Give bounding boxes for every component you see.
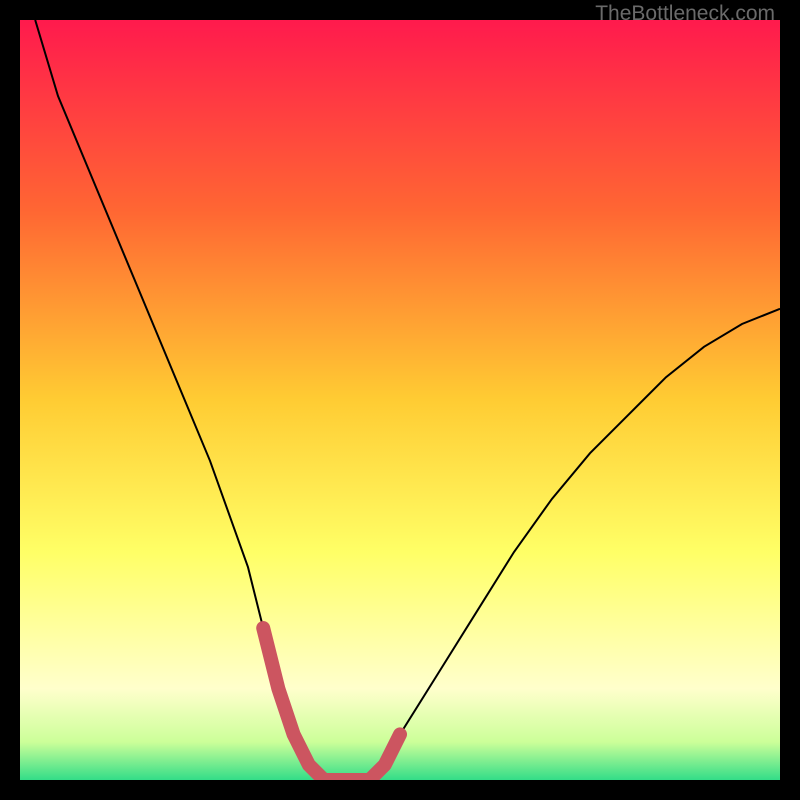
gradient-background [20, 20, 780, 780]
watermark-text: TheBottleneck.com [595, 2, 775, 26]
bottleneck-chart [20, 20, 780, 780]
chart-container [20, 20, 780, 780]
